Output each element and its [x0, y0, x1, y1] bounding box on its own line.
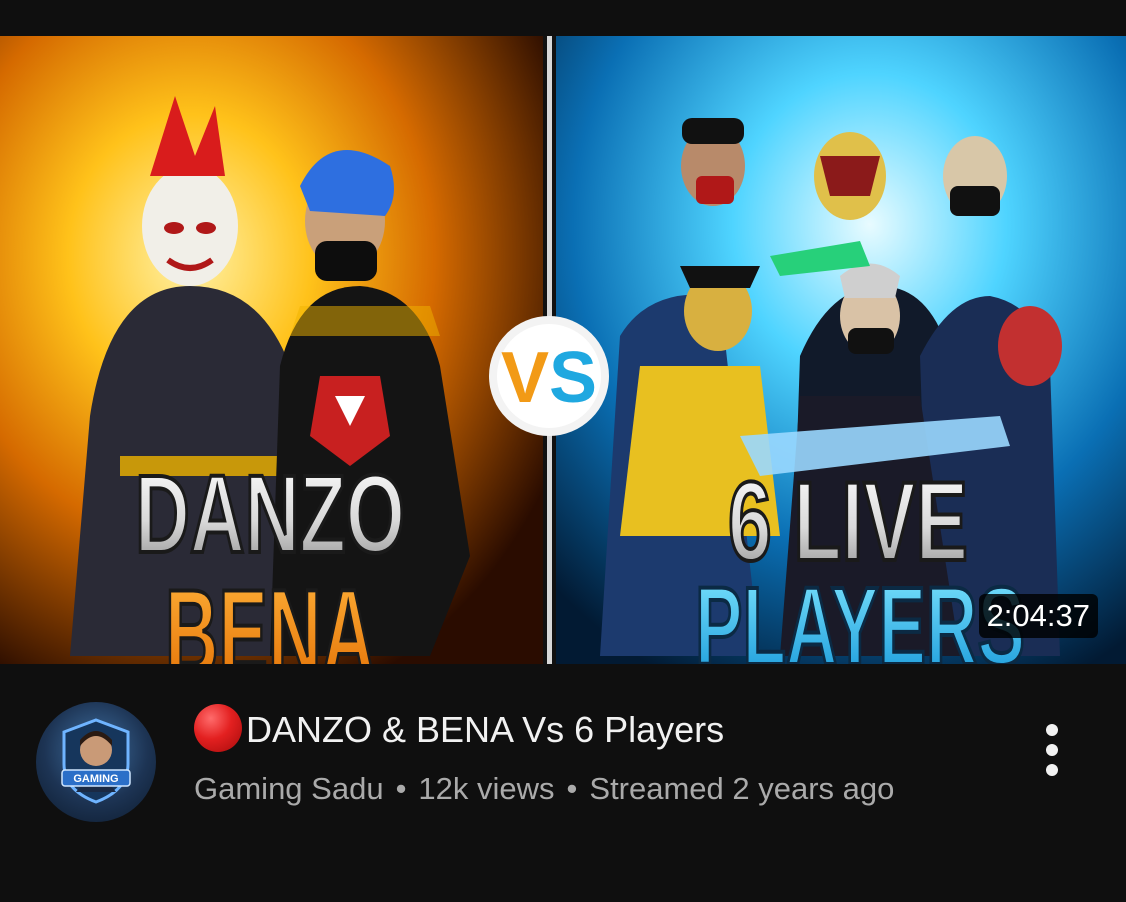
channel-name[interactable]: Gaming Sadu [194, 771, 384, 806]
video-title-text: DANZO & BENA Vs 6 Players [246, 709, 725, 750]
menu-dot [1046, 744, 1058, 756]
vs-badge: VS [489, 316, 609, 436]
video-card[interactable]: VS DANZO BENA 6 LIVE PLAYERS 2:04:37 GAM… [0, 0, 1126, 902]
thumbnail-text-bena: BENA [165, 565, 375, 664]
menu-dot [1046, 724, 1058, 736]
thumbnail-artwork: VS DANZO BENA 6 LIVE PLAYERS [0, 36, 1126, 664]
duration-badge: 2:04:37 [978, 594, 1098, 638]
video-title[interactable]: DANZO & BENA Vs 6 Players [194, 704, 994, 752]
channel-avatar[interactable]: GAMING [36, 702, 156, 822]
thumbnail-text-players: PLAYERS [695, 565, 1025, 664]
avatar-badge-text: GAMING [73, 773, 118, 785]
menu-dot [1046, 764, 1058, 776]
separator-dot: • [395, 771, 407, 806]
channel-avatar-image: GAMING [61, 718, 131, 804]
vs-text: VS [501, 338, 597, 418]
video-thumbnail[interactable]: VS DANZO BENA 6 LIVE PLAYERS 2:04:37 [0, 36, 1126, 664]
video-meta-row: GAMING DANZO & BENA Vs 6 Players Gaming … [0, 664, 1126, 902]
view-count: 12k views [418, 771, 555, 806]
separator-dot: • [566, 771, 578, 806]
more-vertical-icon[interactable] [1030, 720, 1074, 780]
red-circle-icon [194, 704, 242, 752]
thumbnail-text-danzo: DANZO [135, 453, 405, 576]
stream-date: Streamed 2 years ago [589, 771, 895, 806]
video-metadata: Gaming Sadu • 12k views • Streamed 2 years a… [194, 766, 954, 812]
